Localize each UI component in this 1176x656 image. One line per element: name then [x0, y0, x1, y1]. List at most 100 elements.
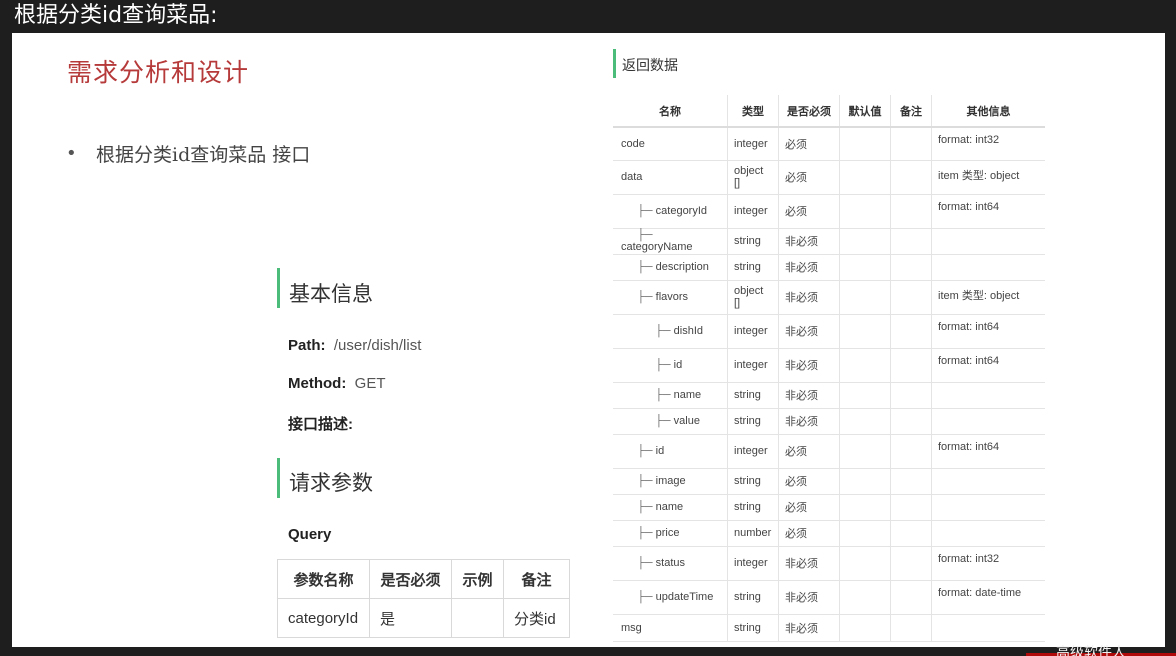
field-name: status — [655, 557, 686, 569]
table-cell: 是 — [369, 598, 452, 638]
table-cell — [931, 520, 1045, 547]
table-cell: object [] — [727, 280, 779, 315]
tree-branch-icon: ├─ — [637, 591, 653, 603]
table-cell: string — [727, 254, 779, 281]
table-header-cell: 是否必须 — [778, 95, 840, 128]
table-cell: ├─ name — [613, 494, 728, 521]
table-cell: string — [727, 580, 779, 615]
tree-branch-icon: ├─ — [655, 325, 671, 337]
table-cell: format: int64 — [931, 348, 1045, 383]
table-cell: string — [727, 468, 779, 495]
table-cell — [890, 228, 932, 255]
table-cell: ├─ value — [613, 408, 728, 435]
table-cell: ├─ flavors — [613, 280, 728, 315]
table-row: ├─ categoryName string 非必须 — [613, 228, 1045, 255]
path-label: Path: — [288, 337, 326, 354]
table-header-cell: 备注 — [890, 95, 932, 128]
field-name: code — [621, 137, 645, 150]
field-name: dishId — [673, 325, 704, 337]
basic-info-title: 基本信息 — [289, 283, 373, 306]
table-cell — [839, 254, 891, 281]
table-cell — [890, 314, 932, 349]
table-cell: ├─ updateTime — [613, 580, 728, 615]
table-cell — [890, 280, 932, 315]
table-header-cell: 名称 — [613, 95, 728, 128]
field-name: name — [673, 389, 702, 401]
table-row: ├─ dishId integer 非必须 format: int64 — [613, 314, 1045, 349]
table-row: msg string 非必须 — [613, 614, 1045, 642]
table-cell — [890, 520, 932, 547]
footer-text: 高级软件人 — [1056, 645, 1126, 656]
table-cell: 非必须 — [778, 280, 840, 315]
table-cell — [890, 580, 932, 615]
method-label: Method: — [288, 375, 347, 392]
table-cell: ├─ id — [613, 348, 728, 383]
table-cell: format: int64 — [931, 194, 1045, 229]
table-cell: ├─ name — [613, 382, 728, 409]
table-row: code integer 必须 format: int32 — [613, 127, 1045, 161]
table-header-row: 名称 类型 是否必须 默认值 备注 其他信息 — [613, 95, 1045, 128]
desc-label: 接口描述: — [288, 416, 353, 433]
table-cell: format: date-time — [931, 580, 1045, 615]
table-cell — [931, 468, 1045, 495]
table-cell: 必须 — [778, 160, 840, 195]
table-cell: object [] — [727, 160, 779, 195]
query-label-text: Query — [288, 526, 332, 543]
table-cell — [931, 254, 1045, 281]
field-name: price — [655, 527, 680, 539]
field-name: name — [655, 501, 684, 513]
table-cell — [890, 160, 932, 195]
tree-branch-icon: ├─ — [637, 229, 653, 241]
table-cell — [839, 160, 891, 195]
table-cell: 非必须 — [778, 228, 840, 255]
table-row: ├─ name string 必须 — [613, 494, 1045, 521]
table-cell: format: int32 — [931, 127, 1045, 161]
table-row: categoryId 是 分类id — [277, 598, 570, 638]
table-cell — [890, 348, 932, 383]
table-cell — [839, 348, 891, 383]
field-name: value — [673, 415, 700, 427]
table-cell — [890, 468, 932, 495]
table-row: ├─ value string 非必须 — [613, 408, 1045, 435]
table-cell: 必须 — [778, 194, 840, 229]
table-row: ├─ flavors object [] 非必须 item 类型: object — [613, 280, 1045, 315]
table-cell — [839, 314, 891, 349]
tree-branch-icon: ├─ — [637, 527, 653, 539]
table-cell — [890, 194, 932, 229]
table-cell: ├─ categoryId — [613, 194, 728, 229]
method-row: Method: GET — [288, 375, 386, 392]
path-row: Path: /user/dish/list — [288, 337, 421, 354]
table-cell: 非必须 — [778, 254, 840, 281]
table-cell: 非必须 — [778, 314, 840, 349]
table-cell: 非必须 — [778, 614, 840, 642]
table-cell — [839, 520, 891, 547]
response-table-body: code integer 必须 format: int32 data object [] 必… — [613, 127, 1045, 642]
table-cell: integer — [727, 546, 779, 581]
bullet-icon: • — [66, 143, 77, 164]
tree-branch-icon: ├─ — [637, 501, 653, 513]
field-name: data — [621, 171, 643, 183]
table-cell — [839, 228, 891, 255]
slide: 需求分析和设计 • 根据分类id查询菜品 接口 基本信息 Path: /user… — [12, 33, 1165, 647]
table-cell — [839, 194, 891, 229]
field-name: msg — [621, 621, 642, 634]
table-cell: format: int32 — [931, 546, 1045, 581]
table-cell — [839, 468, 891, 495]
response-table: 名称 类型 是否必须 默认值 备注 其他信息 code integer 必须 form… — [613, 95, 1045, 642]
slide-heading: 需求分析和设计 — [67, 58, 250, 87]
table-cell: 非必须 — [778, 580, 840, 615]
table-cell: ├─ id — [613, 434, 728, 469]
path-value: /user/dish/list — [333, 337, 422, 354]
query-params-table: 参数名称 是否必须 示例 备注 categoryId 是 分类id — [277, 559, 570, 638]
section-marker — [277, 458, 280, 498]
table-cell — [890, 494, 932, 521]
table-cell: 必须 — [778, 434, 840, 469]
table-cell — [890, 614, 932, 642]
table-row: ├─ updateTime string 非必须 format: date-time — [613, 580, 1045, 615]
table-cell — [839, 434, 891, 469]
table-cell: ├─ status — [613, 546, 728, 581]
table-header-cell: 备注 — [503, 559, 570, 599]
field-name: description — [655, 261, 709, 273]
table-row: data object [] 必须 item 类型: object — [613, 160, 1045, 195]
table-cell: number — [727, 520, 779, 547]
